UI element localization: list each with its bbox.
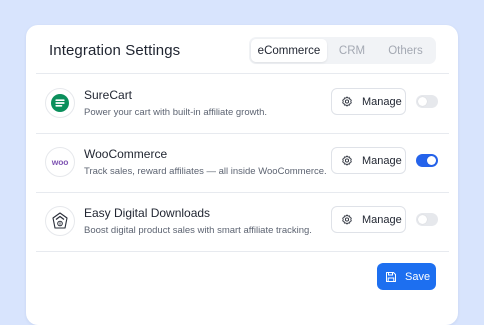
- tab-crm[interactable]: CRM: [327, 39, 377, 62]
- save-icon: [385, 271, 397, 283]
- woocommerce-logo-icon: woo: [45, 147, 75, 177]
- manage-button-edd[interactable]: Manage: [331, 206, 406, 233]
- category-tabs: eCommerce CRM Others: [249, 37, 436, 64]
- manage-label: Manage: [362, 213, 402, 226]
- enable-toggle-edd[interactable]: [416, 213, 438, 226]
- integration-settings-card: Integration Settings eCommerce CRM Other…: [26, 25, 458, 325]
- integration-row-surecart: SureCart Power your cart with built-in a…: [26, 75, 458, 133]
- enable-toggle-surecart[interactable]: [416, 95, 438, 108]
- save-label: Save: [405, 270, 431, 283]
- integration-row-edd: Easy Digital Downloads Boost digital pro…: [26, 193, 458, 251]
- toggle-knob: [418, 215, 427, 224]
- page-title: Integration Settings: [49, 42, 181, 59]
- tab-ecommerce[interactable]: eCommerce: [251, 39, 327, 62]
- manage-label: Manage: [362, 95, 402, 108]
- tab-others[interactable]: Others: [377, 39, 434, 62]
- woocommerce-logo-text: woo: [51, 157, 69, 167]
- edd-logo-icon: [45, 206, 75, 236]
- toggle-knob: [427, 156, 436, 165]
- surecart-logo-icon: [45, 88, 75, 118]
- save-button[interactable]: Save: [377, 263, 436, 290]
- divider: [36, 251, 449, 252]
- gear-icon: [341, 96, 353, 108]
- integration-description: Boost digital product sales with smart a…: [84, 225, 312, 236]
- divider: [36, 73, 449, 74]
- enable-toggle-woocommerce[interactable]: [416, 154, 438, 167]
- card-header: Integration Settings eCommerce CRM Other…: [26, 25, 458, 75]
- manage-label: Manage: [362, 154, 402, 167]
- integration-name: SureCart: [84, 88, 133, 102]
- gear-icon: [341, 155, 353, 167]
- integration-name: WooCommerce: [84, 147, 168, 161]
- integration-row-woocommerce: woo WooCommerce Track sales, reward affi…: [26, 134, 458, 192]
- gear-icon: [341, 214, 353, 226]
- integration-description: Power your cart with built-in affiliate …: [84, 107, 268, 118]
- manage-button-woocommerce[interactable]: Manage: [331, 147, 406, 174]
- toggle-knob: [418, 97, 427, 106]
- manage-button-surecart[interactable]: Manage: [331, 88, 406, 115]
- integration-name: Easy Digital Downloads: [84, 206, 211, 220]
- integration-description: Track sales, reward affiliates — all ins…: [84, 166, 327, 177]
